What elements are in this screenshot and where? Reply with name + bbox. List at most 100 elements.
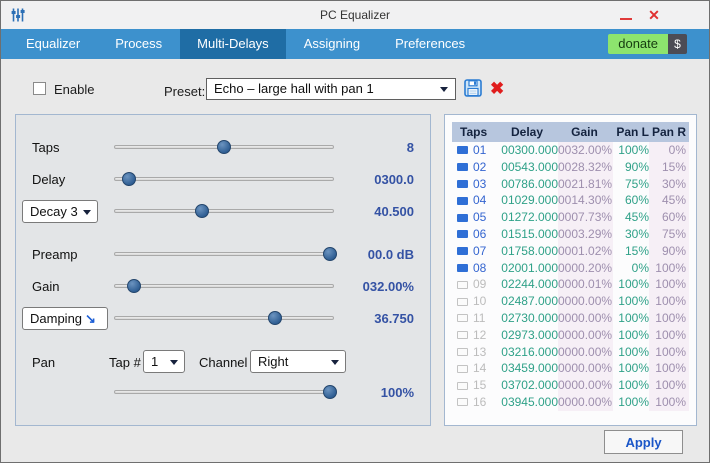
tap-checkbox[interactable] — [457, 247, 468, 256]
taps-slider[interactable] — [114, 140, 334, 154]
gain-value: 032.00% — [362, 279, 414, 294]
tap-number: 01 — [473, 143, 487, 157]
delay-cell: 02487.000 — [501, 294, 558, 309]
gain-slider[interactable] — [114, 279, 334, 293]
gain-cell: 0000.00% — [558, 326, 613, 344]
tab-preferences[interactable]: Preferences — [378, 29, 482, 59]
chevron-down-icon — [440, 87, 448, 92]
delay-slider[interactable] — [114, 172, 334, 186]
table-row[interactable]: 05 01272.000 0007.73% 45% 60% — [452, 209, 689, 226]
table-row[interactable]: 14 03459.000 0000.00% 100% 100% — [452, 360, 689, 378]
tap-number: 02 — [473, 159, 487, 174]
table-row[interactable]: 04 01029.000 0014.30% 60% 45% — [452, 192, 689, 210]
pan-label: Pan — [32, 355, 56, 370]
tap-checkbox[interactable] — [457, 314, 468, 323]
slider-track[interactable] — [114, 316, 334, 320]
gain-cell: 0000.00% — [558, 360, 613, 378]
gain-cell: 0001.02% — [558, 242, 613, 260]
table-row[interactable]: 06 01515.000 0003.29% 30% 75% — [452, 225, 689, 243]
tab-equalizer[interactable]: Equalizer — [9, 29, 97, 59]
tap-checkbox[interactable] — [457, 196, 468, 205]
tap-cell: 07 — [452, 243, 496, 260]
slider-track[interactable] — [114, 252, 334, 256]
decay-select[interactable]: Decay 3 — [22, 200, 98, 223]
delete-preset-button[interactable]: ✖ — [490, 79, 504, 99]
pan-channel-select[interactable]: Right — [250, 350, 346, 373]
tap-checkbox[interactable] — [457, 347, 468, 356]
delay-cell: 01272.000 — [501, 210, 558, 225]
tap-checkbox[interactable] — [457, 398, 468, 407]
pan-r-cell: 100% — [649, 293, 689, 310]
slider-thumb[interactable] — [122, 172, 137, 186]
tap-number: 13 — [473, 344, 487, 359]
pan-l-cell: 100% — [618, 294, 649, 309]
pan-r-cell: 100% — [649, 393, 689, 411]
tap-checkbox[interactable] — [457, 213, 468, 222]
tap-checkbox[interactable] — [457, 364, 468, 373]
table-row[interactable]: 10 02487.000 0000.00% 100% 100% — [452, 293, 689, 310]
slider-track[interactable] — [114, 177, 334, 181]
slider-track[interactable] — [114, 209, 334, 213]
preset-select[interactable]: Echo – large hall with pan 1 — [206, 78, 456, 100]
delay-cell: 02244.000 — [501, 277, 558, 292]
table-row[interactable]: 03 00786.000 0021.81% 75% 30% — [452, 175, 689, 193]
slider-thumb[interactable] — [195, 204, 209, 218]
tap-checkbox[interactable] — [457, 263, 468, 272]
donate-button[interactable]: donate — [608, 34, 668, 54]
table-row[interactable]: 13 03216.000 0000.00% 100% 100% — [452, 343, 689, 361]
close-button[interactable]: ✕ — [641, 1, 667, 29]
tap-checkbox[interactable] — [457, 297, 468, 306]
col-header-gain: Gain — [571, 125, 598, 139]
pan-r-cell: 100% — [649, 276, 689, 294]
damping-button[interactable]: Damping ↘ — [22, 307, 108, 330]
table-row[interactable]: 09 02244.000 0000.01% 100% 100% — [452, 276, 689, 294]
col-header-taps: Taps — [460, 125, 488, 139]
table-row[interactable]: 01 00300.000 0032.00% 100% 0% — [452, 142, 689, 159]
minimize-button[interactable] — [613, 1, 639, 29]
table-row[interactable]: 11 02730.000 0000.00% 100% 100% — [452, 309, 689, 327]
slider-thumb[interactable] — [267, 311, 282, 325]
enable-checkbox[interactable] — [33, 82, 46, 95]
save-preset-button[interactable] — [463, 78, 483, 98]
slider-track[interactable] — [114, 284, 334, 288]
apply-button[interactable]: Apply — [604, 430, 683, 454]
pan-r-cell: 15% — [649, 158, 689, 176]
slider-thumb[interactable] — [217, 140, 231, 154]
tap-checkbox[interactable] — [457, 230, 468, 239]
decay-slider[interactable] — [114, 204, 334, 218]
tap-checkbox[interactable] — [457, 163, 468, 172]
damping-slider[interactable] — [114, 311, 334, 325]
donate-currency-icon[interactable]: $ — [668, 34, 687, 54]
delay-label: Delay — [32, 172, 66, 187]
pan-slider[interactable] — [114, 385, 337, 399]
tap-number: 14 — [473, 361, 487, 376]
table-row[interactable]: 07 01758.000 0001.02% 15% 90% — [452, 242, 689, 260]
gain-cell: 0014.30% — [558, 192, 613, 210]
table-row[interactable]: 02 00543.000 0028.32% 90% 15% — [452, 158, 689, 176]
tab-process[interactable]: Process — [98, 29, 179, 59]
pan-l-cell: 100% — [618, 277, 649, 292]
pan-tap-select[interactable]: 1 — [143, 350, 185, 373]
tap-checkbox[interactable] — [457, 179, 468, 188]
table-row[interactable]: 15 03702.000 0000.00% 100% 100% — [452, 377, 689, 394]
preamp-slider[interactable] — [114, 247, 337, 261]
tap-cell: 02 — [452, 159, 496, 176]
tab-multi-delays[interactable]: Multi-Delays — [180, 29, 286, 59]
pan-l-cell: 90% — [624, 159, 649, 174]
damping-value: 36.750 — [374, 311, 414, 326]
taps-table-header: Taps Delay Gain Pan L Pan R — [452, 122, 689, 142]
slider-track[interactable] — [114, 390, 334, 394]
tap-cell: 03 — [452, 176, 496, 193]
tap-checkbox[interactable] — [457, 280, 468, 289]
slider-thumb[interactable] — [126, 279, 141, 293]
tap-checkbox[interactable] — [457, 331, 468, 340]
table-row[interactable]: 12 02973.000 0000.00% 100% 100% — [452, 326, 689, 344]
tab-assigning[interactable]: Assigning — [287, 29, 377, 59]
pan-l-cell: 60% — [624, 193, 649, 208]
tap-checkbox[interactable] — [457, 146, 468, 155]
table-row[interactable]: 08 02001.000 0000.20% 0% 100% — [452, 259, 689, 277]
tap-checkbox[interactable] — [457, 381, 468, 390]
table-row[interactable]: 16 03945.000 0000.00% 100% 100% — [452, 393, 689, 411]
delay-cell: 03702.000 — [501, 378, 558, 393]
pan-value: 100% — [380, 385, 414, 400]
